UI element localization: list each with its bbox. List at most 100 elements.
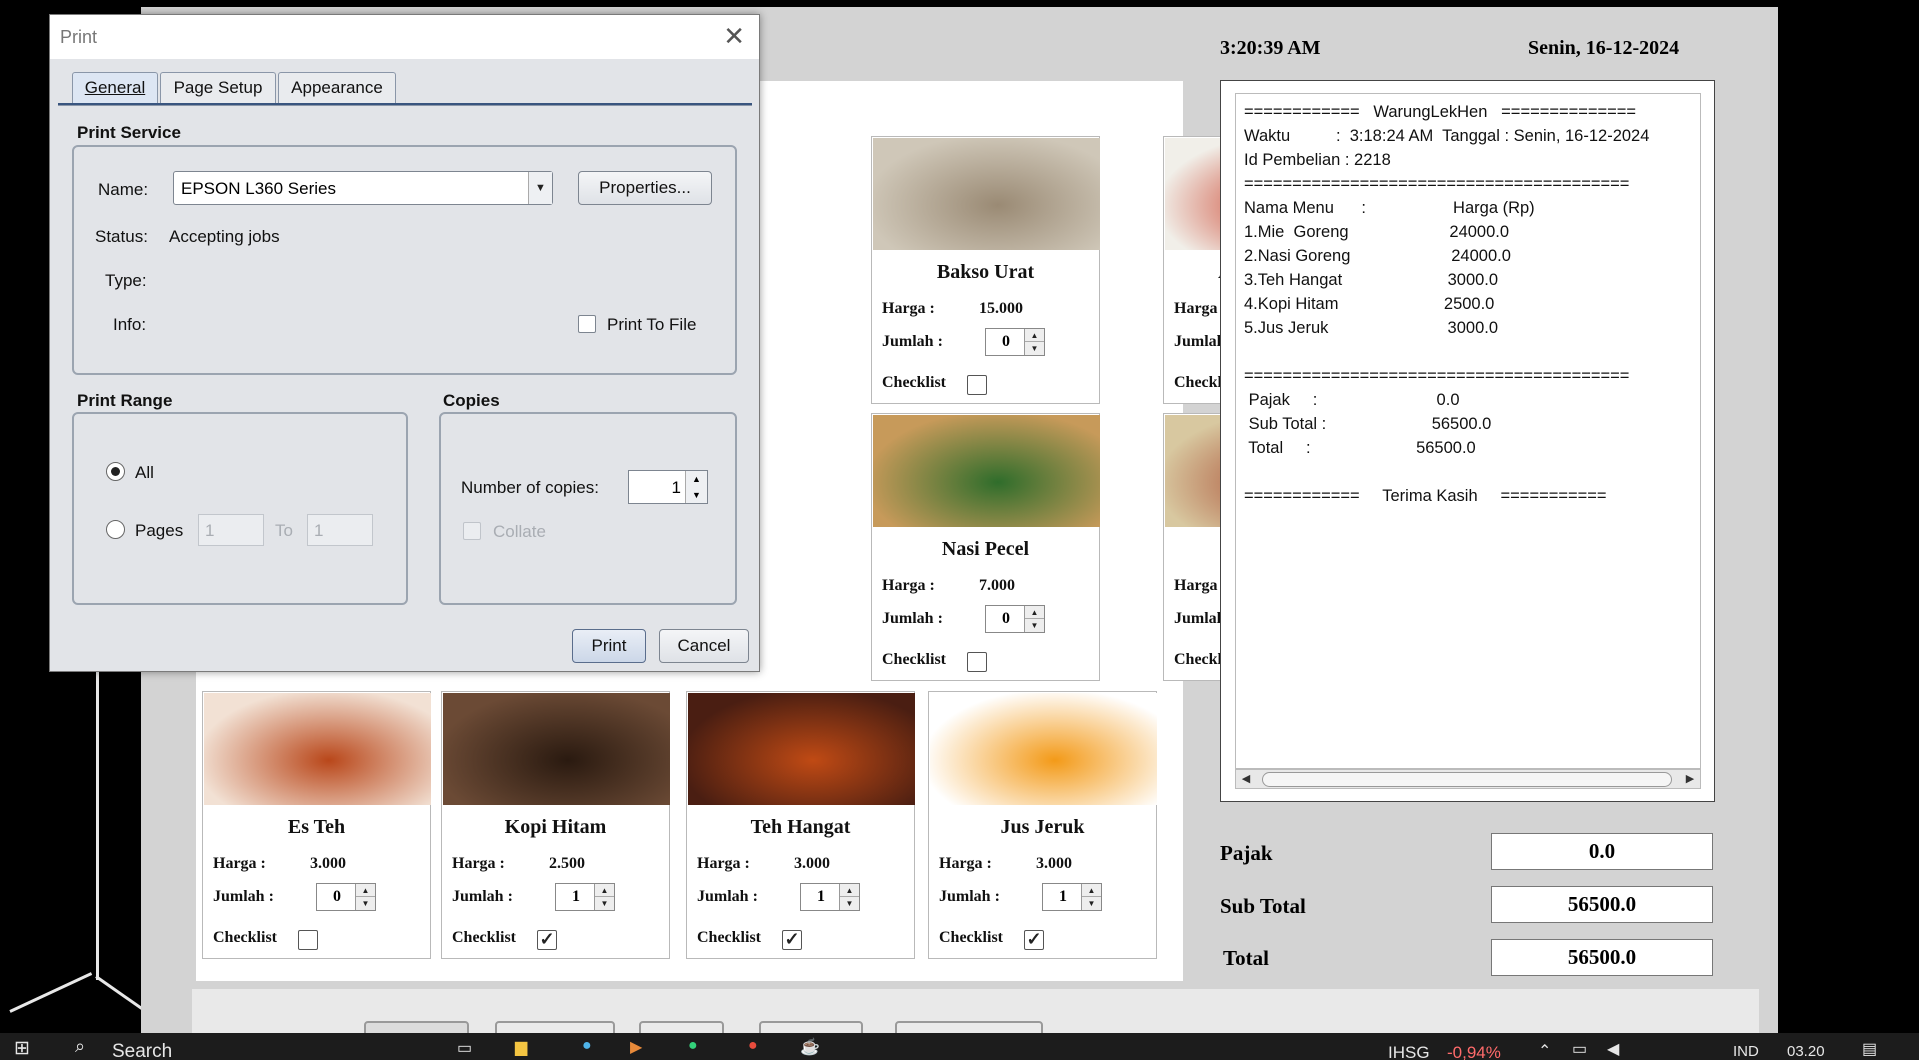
notification-icon[interactable]: ▤ [1862,1039,1877,1059]
scroll-left-icon[interactable]: ◀ [1236,770,1256,788]
spinner-arrows-icon[interactable]: ▲▼ [594,884,614,910]
checklist-label: Checklist [939,929,1003,946]
ihsg-change: -0,94% [1447,1043,1501,1060]
scroll-thumb[interactable] [1262,772,1672,787]
search-box-label[interactable]: Search [112,1041,172,1060]
spinner-arrows-icon[interactable]: ▲▼ [839,884,859,910]
price-label: Harga : [452,855,505,872]
es-teh-photo-icon [204,693,431,805]
quantity-label: Jumlah : [697,888,758,905]
to-label: To [275,521,293,540]
receipt-line [1244,340,1692,364]
quantity-spinner[interactable]: 1 ▲ ▼ [555,883,615,911]
date-label: Senin, 16-12-2024 [1528,37,1680,59]
clock-label: 3:20:39 AM [1220,37,1321,59]
receipt-line: 4.Kopi Hitam 2500.0 [1244,295,1495,313]
printer-value: EPSON L360 Series [181,179,336,198]
spinner-arrows-icon[interactable]: ▲▼ [355,884,375,910]
quantity-spinner[interactable]: 1 ▲ ▼ [1042,883,1102,911]
receipt-line: ============ Terima Kasih =========== [1244,487,1607,505]
task-view-icon[interactable]: ▭ [457,1038,472,1058]
spinner-arrows-icon[interactable]: ▲▼ [1024,329,1044,355]
print-to-file-checkbox[interactable] [578,315,596,333]
chrome-icon[interactable]: ● [748,1037,758,1055]
pages-radio[interactable] [106,520,125,539]
total-field[interactable]: 56500.0 [1491,939,1713,976]
taskbar: ⊞ ⌕ Search ▭ ▆ ● ▶ ● ● ☕ IHSG -0,94% ⌃ ▭… [0,1033,1919,1060]
print-button[interactable]: Print [572,629,646,663]
edge-icon[interactable]: ● [582,1037,592,1055]
pages-label: Pages [135,521,184,540]
name-label: Name: [98,180,149,199]
quantity-value: 1 [1059,888,1067,905]
price-value: 7.000 [979,577,1015,594]
whatsapp-icon[interactable]: ● [688,1037,698,1055]
pages-from-input[interactable]: 1 [198,514,264,546]
quantity-spinner[interactable]: 1 ▲ ▼ [800,883,860,911]
tab-page-setup[interactable]: Page Setup [160,72,276,104]
info-label: Info: [113,315,147,334]
print-dialog: Print ✕ General Page Setup Appearance Pr… [49,14,760,672]
desktop: 3:20:39 AM Senin, 16-12-2024 n Bakso Ura… [0,0,1919,1060]
receipt-line: Id Pembelian : 2218 [1244,151,1391,169]
menu-card: Nasi Pecel Harga : 7.000 Jumlah : 0 ▲ ▼ Checkli… [871,413,1100,681]
all-label: All [135,463,154,482]
type-label: Type: [105,271,147,290]
properties-button[interactable]: Properties... [578,171,712,205]
price-value: 3.000 [310,855,346,872]
dialog-titlebar: Print ✕ [50,15,759,59]
file-explorer-icon[interactable]: ▆ [515,1037,527,1057]
checklist-checkbox[interactable] [967,652,987,672]
close-icon[interactable]: ✕ [723,23,745,49]
tab-appearance[interactable]: Appearance [278,72,396,104]
chevron-up-icon[interactable]: ⌃ [1538,1041,1551,1060]
price-label: Harga : [882,300,935,317]
pages-to-input[interactable]: 1 [307,514,373,546]
checklist-checkbox[interactable] [298,930,318,950]
checklist-label: Checklist [697,929,761,946]
checklist-checkbox[interactable]: ✓ [1024,930,1044,950]
bakso-photo-icon [873,138,1100,250]
checklist-checkbox[interactable]: ✓ [537,930,557,950]
copies-group [439,412,737,605]
receipt-line: 1.Mie Goreng 24000.0 [1244,223,1510,241]
pajak-field[interactable]: 0.0 [1491,833,1713,870]
language-label[interactable]: IND [1733,1043,1759,1060]
subtotal-field[interactable]: 56500.0 [1491,886,1713,923]
quantity-spinner[interactable]: 0 ▲▼ [985,328,1045,356]
dialog-title: Print [60,27,98,47]
receipt-line [1244,460,1692,484]
media-player-icon[interactable]: ▶ [630,1037,642,1057]
taskbar-clock[interactable]: 03.20 [1787,1043,1825,1060]
scroll-right-icon[interactable]: ▶ [1680,770,1700,788]
collate-checkbox[interactable] [463,522,481,540]
quantity-spinner[interactable]: 0 ▲▼ [985,605,1045,633]
printer-select[interactable]: EPSON L360 Series ▼ [173,171,553,205]
collate-label: Collate [493,522,546,541]
chevron-down-icon[interactable]: ▼ [528,172,552,204]
checklist-checkbox[interactable]: ✓ [782,930,802,950]
quantity-spinner[interactable]: 0 ▲▼ [316,883,376,911]
print-to-file-label: Print To File [607,315,697,334]
cancel-button[interactable]: Cancel [659,629,749,663]
search-icon[interactable]: ⌕ [75,1036,85,1057]
copies-spinner[interactable]: 1 ▲ ▼ [628,470,708,504]
tab-general[interactable]: General [72,72,158,104]
all-radio[interactable] [106,462,125,481]
java-icon[interactable]: ☕ [800,1037,820,1057]
windows-start-icon[interactable]: ⊞ [14,1037,30,1060]
menu-item-name: Teh Hangat [750,816,851,838]
receipt-scrollbar[interactable]: ◀ ▶ [1235,769,1701,789]
checklist-checkbox[interactable] [967,375,987,395]
kopi-hitam-photo-icon [443,693,670,805]
spinner-arrows-icon[interactable]: ▲▼ [1024,606,1044,632]
price-label: Harga : [1174,300,1227,317]
receipt-area: ============ WarungLekHen ==============… [1220,80,1715,802]
spinner-arrows-icon[interactable]: ▲▼ [685,471,707,503]
volume-icon[interactable]: ◀ [1607,1039,1619,1059]
tab-general-label: General [84,78,146,97]
spinner-arrows-icon[interactable]: ▲▼ [1081,884,1101,910]
total-label: Total [1223,946,1269,970]
subtotal-label: Sub Total [1220,894,1306,918]
receipt-text[interactable]: ============ WarungLekHen ==============… [1235,93,1701,769]
